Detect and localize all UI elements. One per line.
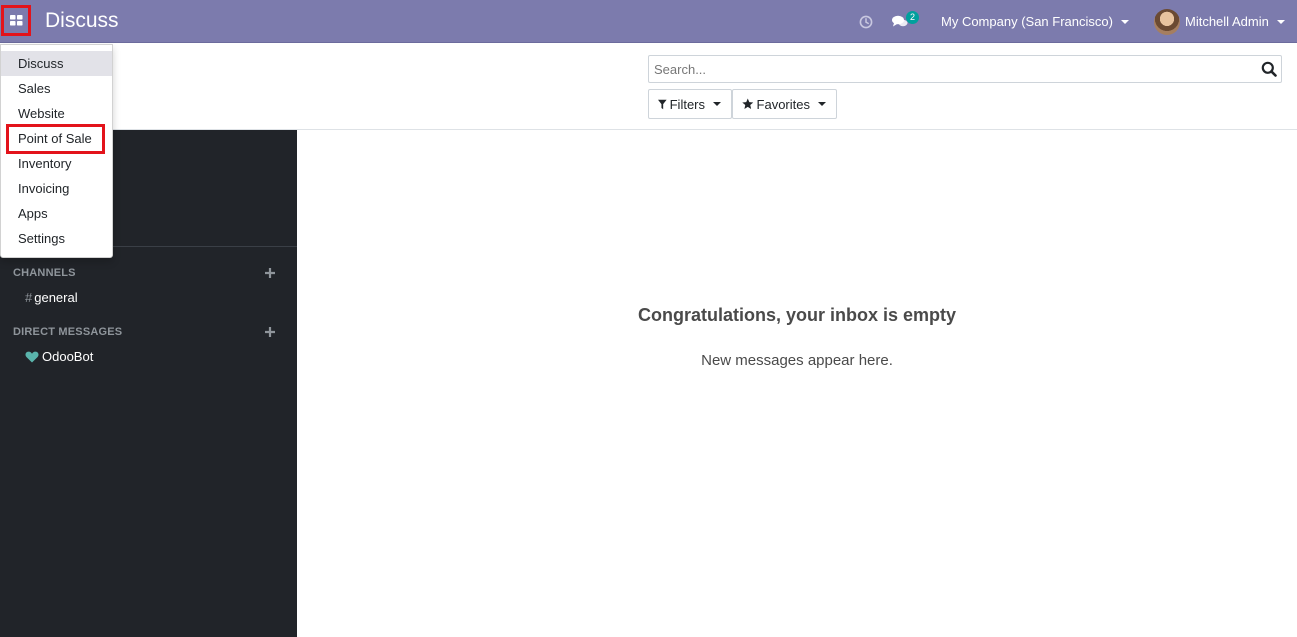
apps-dropdown-menu: Discuss Sales Website Point of Sale Inve… xyxy=(0,44,113,258)
filter-icon xyxy=(658,99,667,109)
search-input[interactable] xyxy=(649,56,1239,82)
avatar xyxy=(1154,8,1180,35)
user-name: Mitchell Admin xyxy=(1185,14,1269,29)
heart-icon xyxy=(25,351,39,362)
favorites-label: Favorites xyxy=(756,96,810,112)
app-title: Discuss xyxy=(45,9,119,32)
user-menu[interactable]: Mitchell Admin xyxy=(1154,0,1285,43)
filters-button[interactable]: Filters xyxy=(648,89,732,119)
inbox-thread: Congratulations, your inbox is empty New… xyxy=(297,130,1297,637)
messaging-menu[interactable]: 2 xyxy=(892,0,919,43)
chevron-down-icon xyxy=(713,102,721,106)
menu-item-settings[interactable]: Settings xyxy=(1,226,112,251)
direct-message-item-odoobot[interactable]: OdooBot xyxy=(25,349,93,364)
apps-grid-icon xyxy=(9,15,22,26)
activities-menu[interactable] xyxy=(859,0,873,43)
add-channel-icon[interactable] xyxy=(264,267,276,279)
direct-messages-header[interactable]: DIRECT MESSAGES xyxy=(13,326,122,338)
menu-item-website[interactable]: Website xyxy=(1,101,112,126)
menu-item-point-of-sale[interactable]: Point of Sale xyxy=(1,126,112,151)
menu-item-apps[interactable]: Apps xyxy=(1,201,112,226)
channel-item-general[interactable]: # general xyxy=(25,290,78,305)
search-box xyxy=(648,55,1282,83)
clock-icon xyxy=(859,15,873,28)
chevron-down-icon xyxy=(818,102,826,106)
add-direct-message-icon[interactable] xyxy=(264,326,276,338)
empty-inbox-subtitle: New messages appear here. xyxy=(701,352,893,369)
company-name: My Company (San Francisco) xyxy=(941,14,1113,29)
hashtag-icon: # xyxy=(25,290,33,305)
star-icon xyxy=(742,98,754,109)
channel-label: general xyxy=(34,290,78,305)
main-navbar: Discuss 2 My Company (San Francisco) Mit… xyxy=(0,0,1297,43)
menu-item-inventory[interactable]: Inventory xyxy=(1,151,112,176)
favorites-button[interactable]: Favorites xyxy=(732,89,837,119)
filters-label: Filters xyxy=(669,96,705,112)
direct-message-label: OdooBot xyxy=(42,349,94,364)
company-switcher[interactable]: My Company (San Francisco) xyxy=(941,0,1129,43)
channels-header[interactable]: CHANNELS xyxy=(13,267,76,279)
menu-item-sales[interactable]: Sales xyxy=(1,76,112,101)
apps-menu-toggle[interactable] xyxy=(1,5,31,36)
menu-item-invoicing[interactable]: Invoicing xyxy=(1,176,112,201)
control-panel: Filters Favorites xyxy=(0,44,1297,130)
menu-item-discuss[interactable]: Discuss xyxy=(1,51,112,76)
chevron-down-icon xyxy=(1120,19,1129,24)
unread-count-badge: 2 xyxy=(906,11,919,24)
search-icon[interactable] xyxy=(1261,61,1277,77)
empty-inbox-title: Congratulations, your inbox is empty xyxy=(637,305,957,325)
chevron-down-icon xyxy=(1276,19,1285,24)
